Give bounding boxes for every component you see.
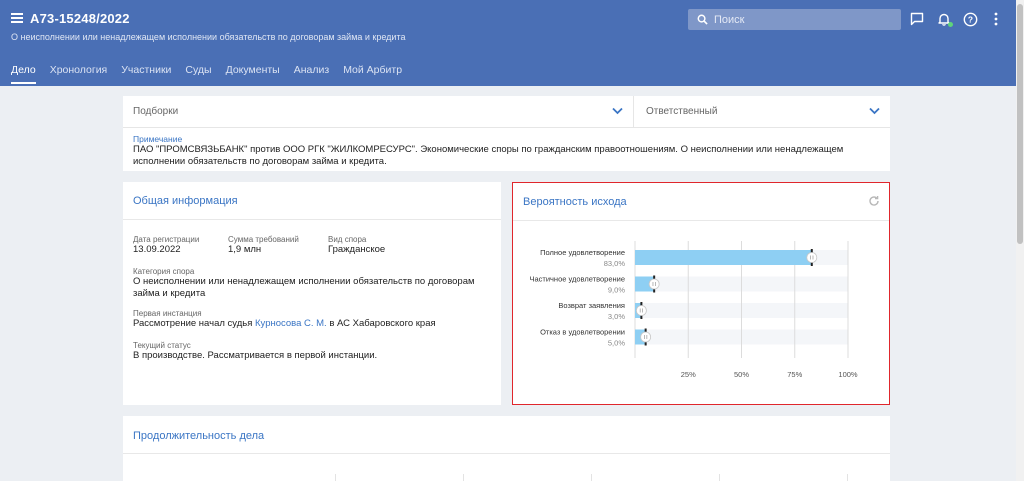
tab-chronology[interactable]: Хронология: [50, 64, 108, 82]
outcome-probability-card: Вероятность исхода Полное удовлетворение…: [512, 182, 890, 405]
search-box[interactable]: [688, 9, 901, 30]
grid-line: [591, 474, 592, 481]
value-label: 83,0%: [604, 259, 626, 268]
grid-line: [335, 474, 336, 481]
general-info-title: Общая информация: [133, 195, 238, 207]
tab-courts[interactable]: Суды: [185, 64, 211, 82]
collections-select[interactable]: Подборки: [123, 96, 634, 128]
value-label: 3,0%: [608, 312, 625, 321]
scrollbar-thumb[interactable]: [1017, 4, 1023, 244]
tick-label: 25%: [681, 370, 696, 379]
search-input[interactable]: [714, 13, 884, 26]
responsible-label: Ответственный: [646, 106, 718, 117]
grid-line: [847, 474, 848, 481]
general-info-card: Общая информация Дата регистрации 13.09.…: [123, 182, 501, 405]
status-value: В производстве. Рассматривается в первой…: [133, 350, 378, 361]
first-instance-value: Рассмотрение начал судья Курносова С. М.…: [133, 318, 436, 330]
value-label: 5,0%: [608, 339, 625, 348]
case-tabs: Дело Хронология Участники Суды Документы…: [11, 64, 402, 84]
judge-link[interactable]: Курносова С. М.: [255, 318, 327, 329]
chevron-down-icon: [612, 107, 623, 115]
chevron-down-icon: [869, 107, 880, 115]
dispute-type-label: Вид спора: [328, 235, 367, 244]
tab-case[interactable]: Дело: [11, 64, 36, 84]
bar-handle: [640, 331, 652, 343]
case-filters-card: Подборки Ответственный Примечание ПАО "П…: [123, 96, 890, 171]
app-header: А73-15248/2022 О неисполнении или ненадл…: [0, 0, 1016, 86]
help-icon[interactable]: ?: [962, 11, 978, 27]
first-instance-label: Первая инстанция: [133, 309, 202, 318]
case-subtitle: О неисполнении или ненадлежащем исполнен…: [11, 32, 406, 42]
category-label: Частичное удовлетворение: [529, 275, 625, 284]
notification-dot: [948, 22, 953, 27]
divider: [123, 219, 501, 220]
bar-handle: [806, 252, 818, 263]
tick-label: 75%: [787, 370, 802, 379]
menu-icon[interactable]: [11, 13, 23, 23]
grid-line: [719, 474, 720, 481]
bar-1: [635, 250, 812, 265]
first-instance-prefix: Рассмотрение начал судья: [133, 318, 256, 329]
tab-my-arbiter[interactable]: Мой Арбитр: [343, 64, 402, 82]
first-instance-suffix: в АС Хабаровского края: [326, 318, 436, 329]
category-label: Отказ в удовлетворении: [540, 328, 625, 337]
outcome-chart: Полное удовлетворение 83,0% Частичное удов…: [529, 241, 858, 379]
search-icon: [697, 14, 708, 25]
tab-participants[interactable]: Участники: [121, 64, 171, 82]
duration-card: Продолжительность дела: [123, 416, 890, 481]
bar-handle: [648, 278, 660, 290]
note-text: ПАО "ПРОМСВЯЗЬБАНК" против ООО РГК "ЖИЛК…: [133, 144, 844, 167]
responsible-select[interactable]: Ответственный: [634, 96, 890, 128]
category-value: О неисполнении или ненадлежащем исполнен…: [133, 276, 475, 299]
messages-icon[interactable]: [909, 11, 925, 27]
bar-handle: [635, 305, 647, 316]
value-label: 9,0%: [608, 286, 625, 295]
tick-label: 50%: [734, 370, 749, 379]
category-label: Полное удовлетворение: [540, 248, 625, 257]
category-label: Категория спора: [133, 267, 195, 276]
reg-date-value: 13.09.2022: [133, 244, 181, 255]
case-number: А73-15248/2022: [30, 11, 130, 26]
tick-label: 100%: [838, 370, 858, 379]
claim-amount-value: 1,9 млн: [228, 244, 262, 255]
grid-line: [463, 474, 464, 481]
svg-text:?: ?: [967, 14, 972, 24]
category-label: Возврат заявления: [558, 301, 625, 310]
tab-analysis[interactable]: Анализ: [294, 64, 329, 82]
note-label: Примечание: [133, 134, 183, 144]
tab-documents[interactable]: Документы: [226, 64, 280, 82]
divider: [123, 453, 890, 454]
page-scrollbar[interactable]: [1016, 0, 1024, 481]
dispute-type-value: Гражданское: [328, 244, 386, 255]
notifications-icon[interactable]: [936, 11, 953, 27]
collections-label: Подборки: [133, 106, 179, 117]
status-label: Текущий статус: [133, 341, 191, 350]
reg-date-label: Дата регистрации: [133, 235, 200, 244]
claim-amount-label: Сумма требований: [228, 235, 299, 244]
duration-title: Продолжительность дела: [133, 430, 265, 442]
more-vertical-icon[interactable]: [988, 11, 1004, 27]
